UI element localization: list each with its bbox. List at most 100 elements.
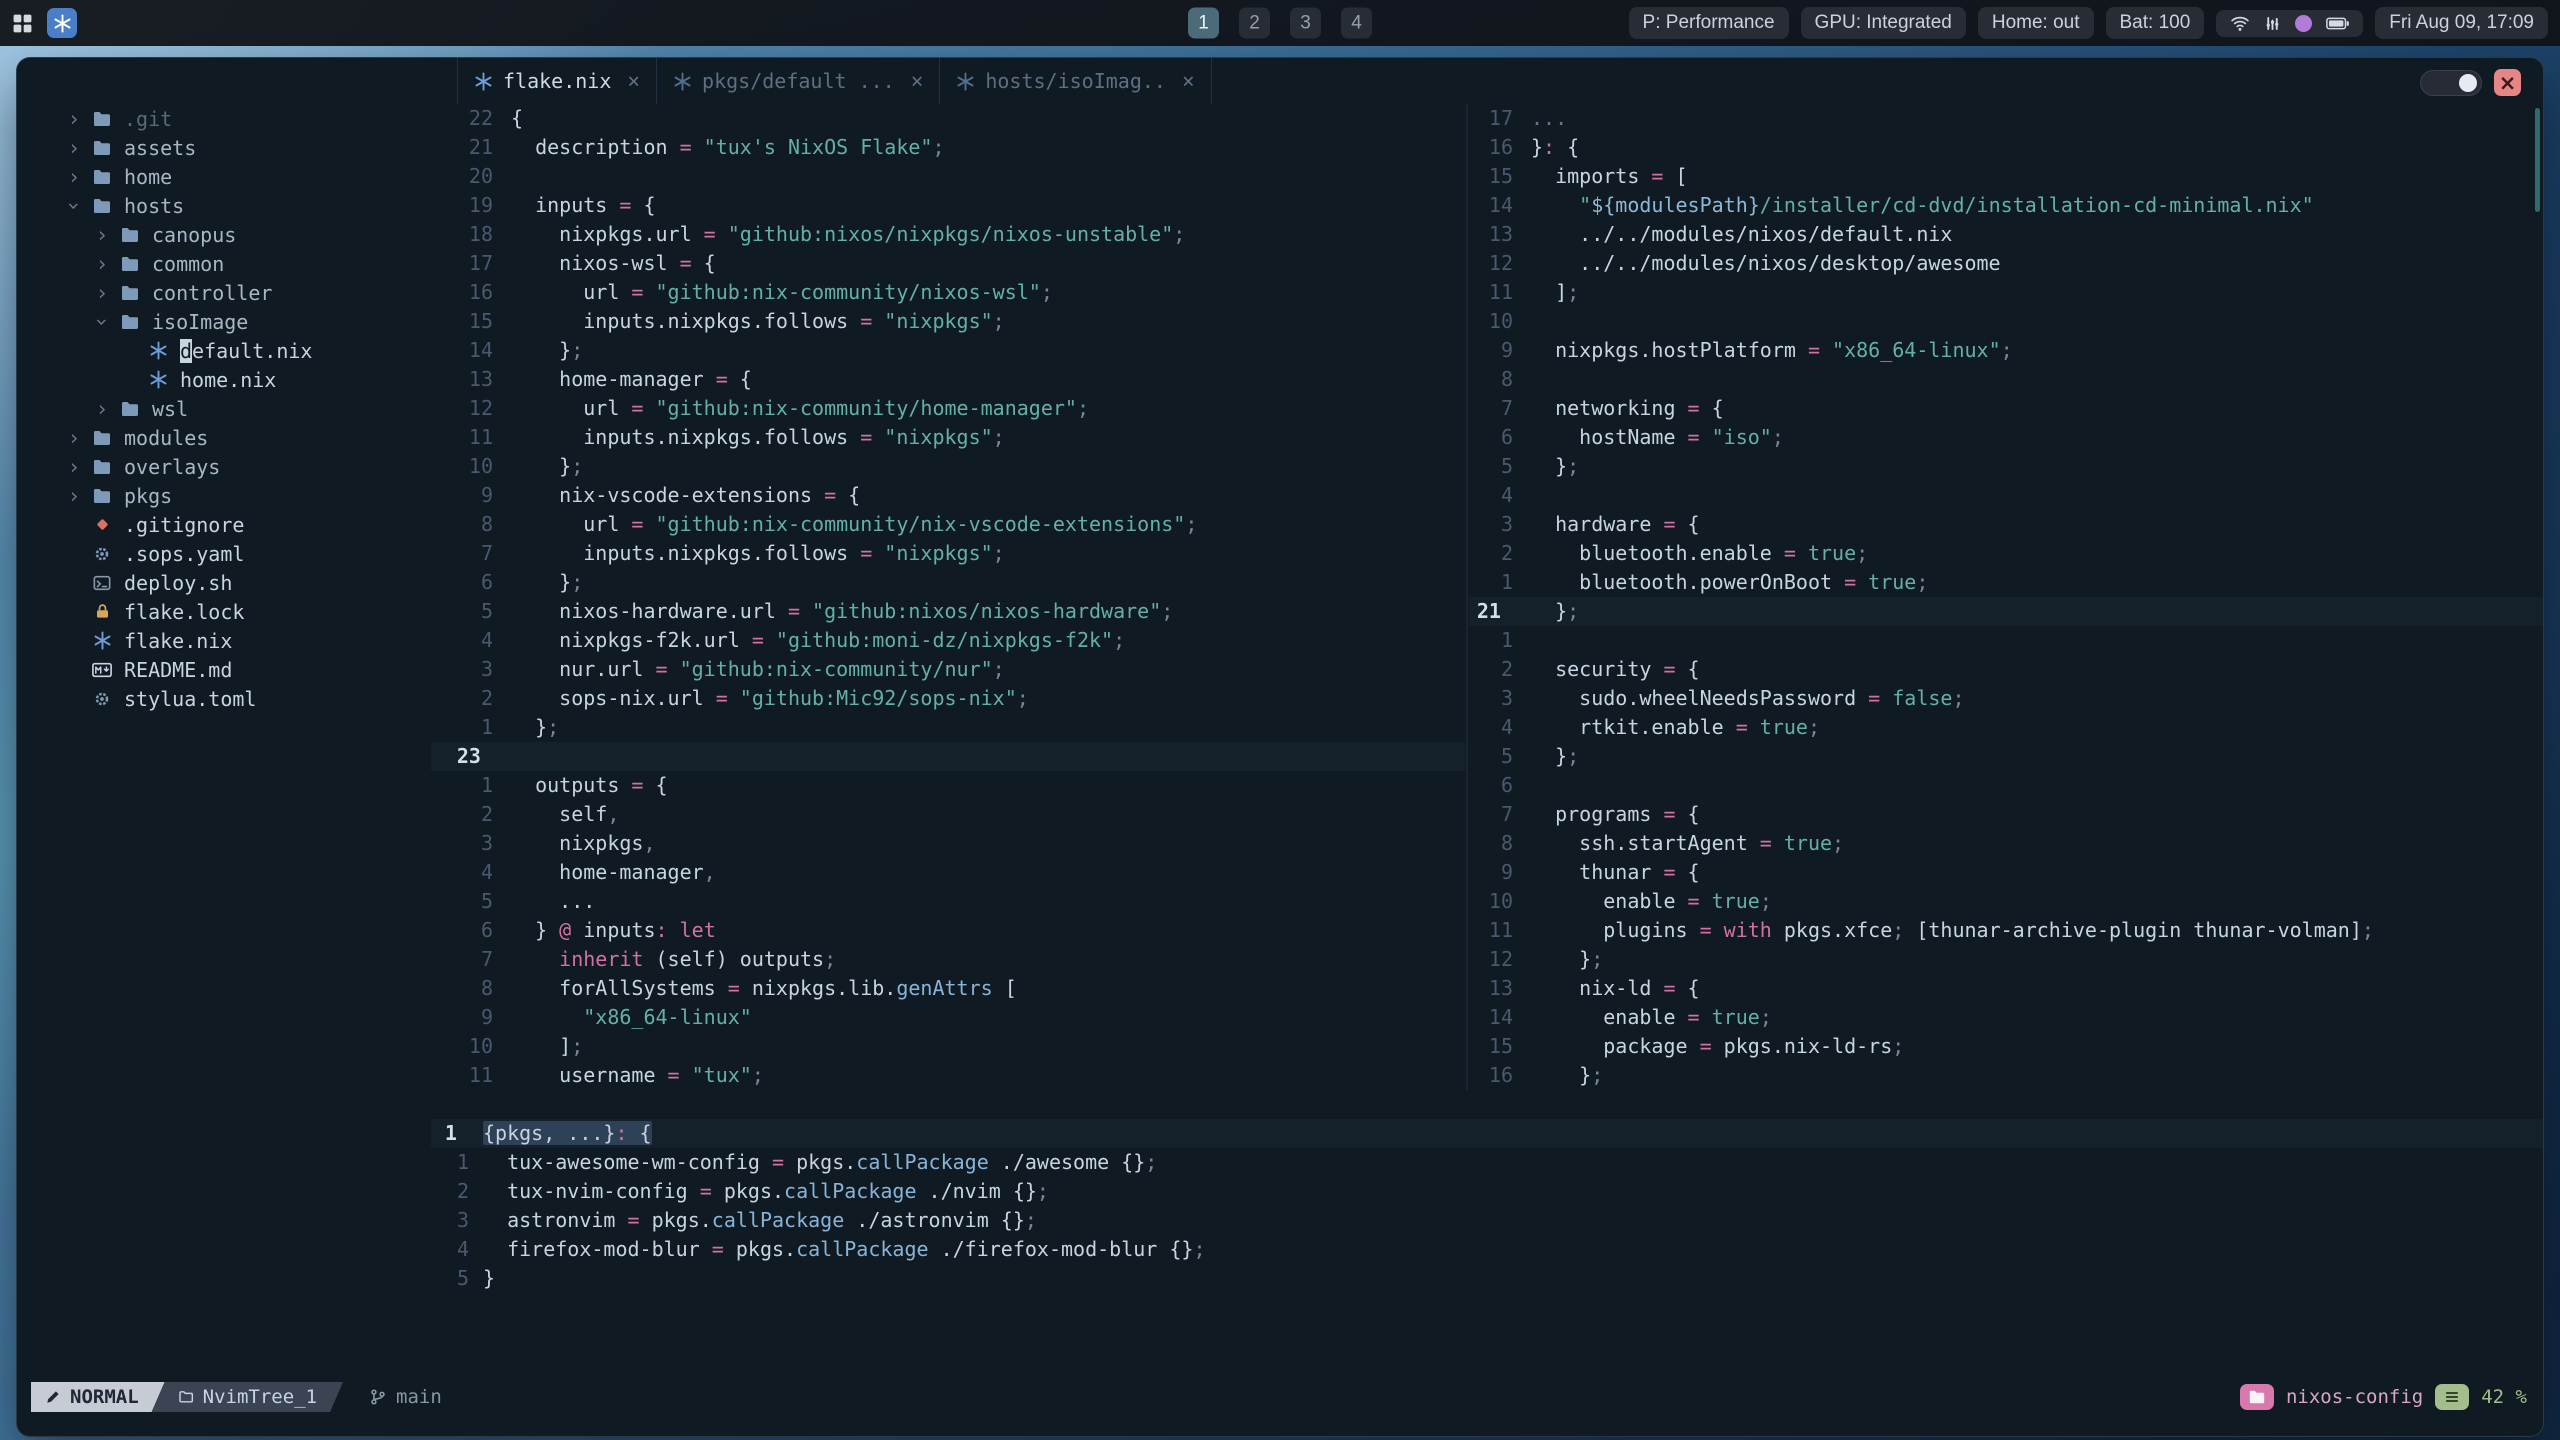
code-line[interactable]: 4 nixpkgs-f2k.url = "github:moni-dz/nixp… <box>431 626 1465 655</box>
code-line[interactable]: 3 astronvim = pkgs.callPackage ./astronv… <box>431 1206 2543 1235</box>
editor-tab[interactable]: flake.nix × <box>457 58 658 104</box>
tree-item-isoImage[interactable]: › isoImage <box>31 307 437 336</box>
code-line[interactable]: 6 hostName = "iso"; <box>1469 423 2543 452</box>
app-logo-icon[interactable] <box>47 8 77 38</box>
code-line[interactable]: 23 <box>431 742 1465 771</box>
tree-item-modules[interactable]: › modules <box>31 423 437 452</box>
code-line[interactable]: 4 firefox-mod-blur = pkgs.callPackage ./… <box>431 1235 2543 1264</box>
tab-close-icon[interactable]: × <box>627 69 640 93</box>
chevron-down-icon[interactable]: › <box>62 193 86 219</box>
code-line[interactable]: 11 ]; <box>1469 278 2543 307</box>
code-line[interactable]: 10 }; <box>431 452 1465 481</box>
code-line[interactable]: 13 home-manager = { <box>431 365 1465 394</box>
code-line[interactable]: 7 inputs.nixpkgs.follows = "nixpkgs"; <box>431 539 1465 568</box>
tree-item-pkgs[interactable]: › pkgs <box>31 481 437 510</box>
code-line[interactable]: 16 url = "github:nix-community/nixos-wsl… <box>431 278 1465 307</box>
code-line[interactable]: 4 rtkit.enable = true; <box>1469 713 2543 742</box>
code-line[interactable]: 13 ../../modules/nixos/default.nix <box>1469 220 2543 249</box>
chevron-right-icon[interactable]: › <box>61 107 87 131</box>
code-line[interactable]: 1 tux-awesome-wm-config = pkgs.callPacka… <box>431 1148 2543 1177</box>
code-line[interactable]: 9 thunar = { <box>1469 858 2543 887</box>
tab-close-icon[interactable]: × <box>1182 69 1195 93</box>
tree-item-overlays[interactable]: › overlays <box>31 452 437 481</box>
code-line[interactable]: 14 enable = true; <box>1469 1003 2543 1032</box>
indicator-icon[interactable] <box>2295 14 2313 32</box>
editor-tab[interactable]: hosts/isoImag.. × <box>940 58 1212 104</box>
scrollbar-thumb[interactable] <box>2535 108 2540 212</box>
code-line[interactable]: 3 sudo.wheelNeedsPassword = false; <box>1469 684 2543 713</box>
code-line[interactable]: 5 }; <box>1469 452 2543 481</box>
tab-close-icon[interactable]: × <box>911 69 924 93</box>
launcher-grid-icon[interactable] <box>12 13 33 34</box>
code-line[interactable]: 6 <box>1469 771 2543 800</box>
workspace-tag-3[interactable]: 3 <box>1290 7 1321 39</box>
code-line[interactable]: 18 nixpkgs.url = "github:nixos/nixpkgs/n… <box>431 220 1465 249</box>
battery-icon[interactable] <box>2326 17 2350 30</box>
code-line[interactable]: 10 enable = true; <box>1469 887 2543 916</box>
code-line[interactable]: 4 home-manager, <box>431 858 1465 887</box>
code-line[interactable]: 19 inputs = { <box>431 191 1465 220</box>
tree-item-assets[interactable]: › assets <box>31 133 437 162</box>
tree-item-.gitignore[interactable]: .gitignore <box>31 510 437 539</box>
code-line[interactable]: 7 networking = { <box>1469 394 2543 423</box>
split-separator[interactable] <box>1466 104 1468 1090</box>
code-line[interactable]: 8 <box>1469 365 2543 394</box>
tree-item-.sops.yaml[interactable]: .sops.yaml <box>31 539 437 568</box>
code-line[interactable]: 1 outputs = { <box>431 771 1465 800</box>
code-line[interactable]: 3 hardware = { <box>1469 510 2543 539</box>
code-line[interactable]: 8 ssh.startAgent = true; <box>1469 829 2543 858</box>
chevron-right-icon[interactable]: › <box>89 281 115 305</box>
code-line[interactable]: 7 programs = { <box>1469 800 2543 829</box>
chevron-right-icon[interactable]: › <box>61 165 87 189</box>
code-line[interactable]: 2 tux-nvim-config = pkgs.callPackage ./n… <box>431 1177 2543 1206</box>
code-line[interactable]: 17 nixos-wsl = { <box>431 249 1465 278</box>
tree-item-canopus[interactable]: › canopus <box>31 220 437 249</box>
code-line[interactable]: 10 <box>1469 307 2543 336</box>
chevron-right-icon[interactable]: › <box>61 484 87 508</box>
code-line[interactable]: 2 self, <box>431 800 1465 829</box>
code-line[interactable]: 5 nixos-hardware.url = "github:nixos/nix… <box>431 597 1465 626</box>
chevron-right-icon[interactable]: › <box>61 455 87 479</box>
code-line[interactable]: 2 bluetooth.enable = true; <box>1469 539 2543 568</box>
code-line[interactable]: 16 }; <box>1469 1061 2543 1090</box>
tree-item-README.md[interactable]: README.md <box>31 655 437 684</box>
code-line[interactable]: 6 } @ inputs: let <box>431 916 1465 945</box>
code-line[interactable]: 11 username = "tux"; <box>431 1061 1465 1090</box>
code-line[interactable]: 3 nur.url = "github:nix-community/nur"; <box>431 655 1465 684</box>
window-close-button[interactable]: × <box>2494 69 2521 96</box>
tree-item-.git[interactable]: › .git <box>31 104 437 133</box>
chevron-right-icon[interactable]: › <box>61 136 87 160</box>
code-line[interactable]: 6 }; <box>431 568 1465 597</box>
mixer-icon[interactable] <box>2264 15 2281 32</box>
code-line[interactable]: 4 <box>1469 481 2543 510</box>
tree-item-flake.nix[interactable]: flake.nix <box>31 626 437 655</box>
chevron-right-icon[interactable]: › <box>89 223 115 247</box>
tree-item-deploy.sh[interactable]: deploy.sh <box>31 568 437 597</box>
code-line[interactable]: 1 {pkgs, ...}: { <box>431 1119 2543 1148</box>
code-line[interactable]: 12 url = "github:nix-community/home-mana… <box>431 394 1465 423</box>
chevron-right-icon[interactable]: › <box>89 252 115 276</box>
code-line[interactable]: 8 forAllSystems = nixpkgs.lib.genAttrs [ <box>431 974 1465 1003</box>
code-line[interactable]: 21 description = "tux's NixOS Flake"; <box>431 133 1465 162</box>
chevron-right-icon[interactable]: › <box>61 426 87 450</box>
code-line[interactable]: 3 nixpkgs, <box>431 829 1465 858</box>
code-line[interactable]: 17... <box>1469 104 2543 133</box>
workspace-tag-1[interactable]: 1 <box>1188 7 1219 39</box>
code-line[interactable]: 20 <box>431 162 1465 191</box>
code-line[interactable]: 8 url = "github:nix-community/nix-vscode… <box>431 510 1465 539</box>
chevron-right-icon[interactable]: › <box>89 397 115 421</box>
code-line[interactable]: 5 ... <box>431 887 1465 916</box>
tree-item-wsl[interactable]: › wsl <box>31 394 437 423</box>
chevron-down-icon[interactable]: › <box>90 309 114 335</box>
code-line[interactable]: 22 { <box>431 104 1465 133</box>
wifi-icon[interactable] <box>2230 15 2250 32</box>
tree-item-hosts[interactable]: › hosts <box>31 191 437 220</box>
code-line[interactable]: 7 inherit (self) outputs; <box>431 945 1465 974</box>
workspace-tag-2[interactable]: 2 <box>1239 7 1270 39</box>
code-line[interactable]: 10 ]; <box>431 1032 1465 1061</box>
code-line[interactable]: 5 }; <box>1469 742 2543 771</box>
code-line[interactable]: 5} <box>431 1264 2543 1293</box>
code-line[interactable]: 11 plugins = with pkgs.xfce; [thunar-arc… <box>1469 916 2543 945</box>
tree-item-home[interactable]: › home <box>31 162 437 191</box>
code-line[interactable]: 2 sops-nix.url = "github:Mic92/sops-nix"… <box>431 684 1465 713</box>
